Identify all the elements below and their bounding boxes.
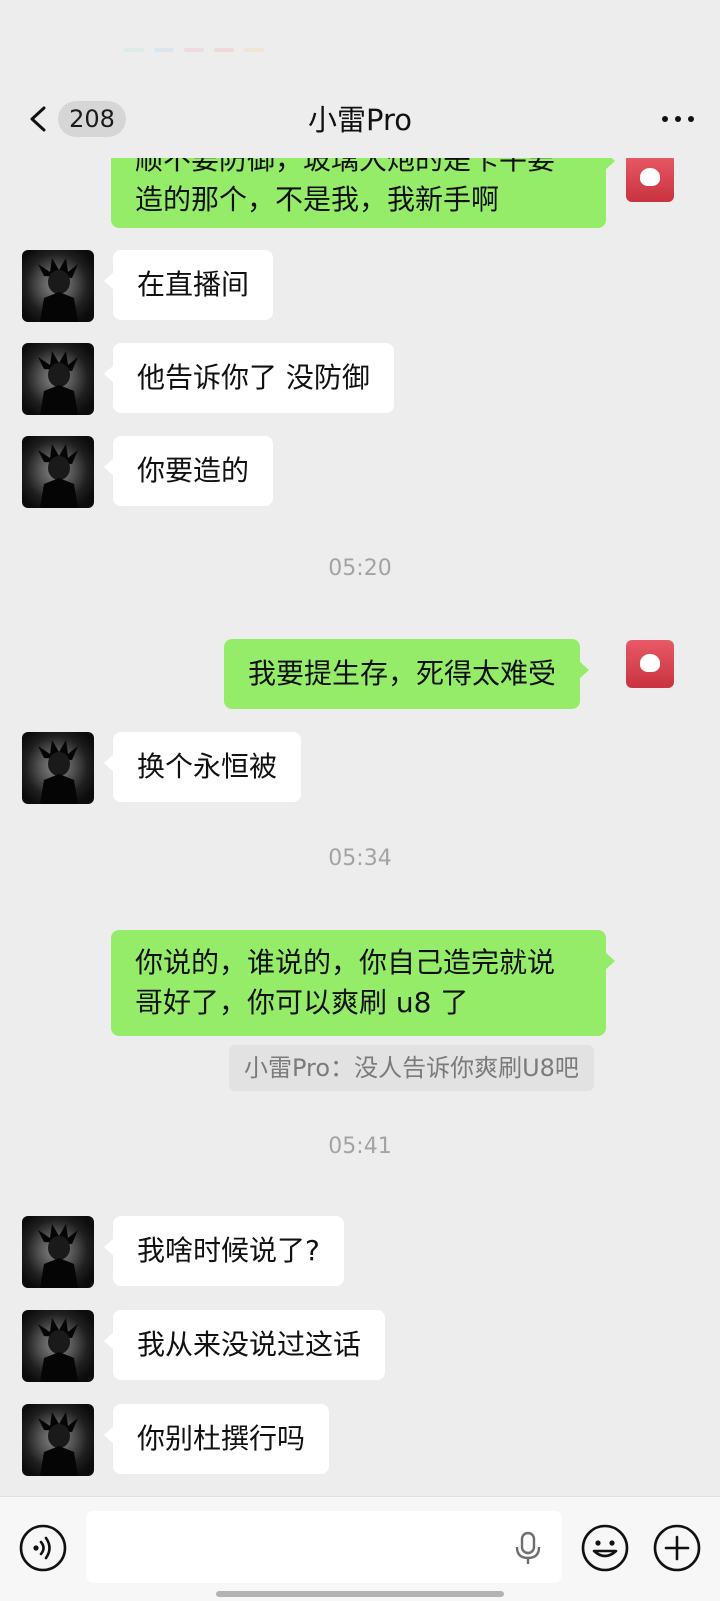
message-text: 你别杜撰行吗 <box>137 1422 306 1455</box>
avatar[interactable] <box>22 732 94 804</box>
avatar[interactable] <box>22 1404 94 1476</box>
timestamp: 05:34 <box>328 846 392 871</box>
message-bubble-incoming[interactable]: 你别杜撰行吗 <box>103 1404 330 1474</box>
message-text: 你要造的 <box>137 454 250 487</box>
message-bubble-incoming[interactable]: 我啥时候说了? <box>104 1216 344 1286</box>
message-text: 我啥时候说了? <box>137 1234 320 1267</box>
timestamp: 05:41 <box>328 1134 392 1159</box>
voice-icon <box>19 1524 67 1572</box>
message-text: 你说的，谁说的，你自己造完就说 <box>135 946 556 979</box>
chat-header: 208 小雷Pro <box>0 80 720 158</box>
message-text: 他告诉你了 没防御 <box>137 361 370 394</box>
message-text: 造的那个，不是我，我新手啊 <box>135 183 500 216</box>
status-bar <box>0 0 720 80</box>
message-bubble-outgoing[interactable]: 你说的，谁说的，你自己造完就说 哥好了，你可以爽刷 u8 了 <box>111 930 615 1036</box>
emoji-icon <box>581 1524 629 1572</box>
more-dots-icon <box>675 116 681 122</box>
microphone-icon[interactable] <box>514 1531 542 1565</box>
status-indicator <box>244 48 264 52</box>
message-bubble-incoming[interactable]: 他告诉你了 没防御 <box>104 343 394 413</box>
avatar[interactable] <box>22 436 94 508</box>
avatar-image <box>38 351 78 415</box>
emoji-button[interactable] <box>580 1523 630 1573</box>
avatar-image <box>38 1318 78 1382</box>
quoted-message[interactable]: 小雷Pro：没人告诉你爽刷U8吧 <box>229 1045 594 1091</box>
message-text: 我从来没说过这话 <box>137 1328 362 1361</box>
message-bubble-incoming[interactable]: 换个永恒被 <box>103 732 302 802</box>
status-indicator <box>154 48 174 52</box>
avatar-image <box>38 1412 78 1476</box>
avatar[interactable] <box>22 1216 94 1288</box>
message-text: 哥好了，你可以爽刷 u8 了 <box>135 986 469 1019</box>
message-list[interactable]: 顺不要防御，玻璃大炮的是卡牛要 造的那个，不是我，我新手啊 在直播间 他告诉你了… <box>0 158 720 1496</box>
message-bubble-outgoing[interactable]: 我要提生存，死得太难受 <box>224 639 590 709</box>
avatar-image <box>38 740 78 804</box>
avatar[interactable] <box>22 250 94 322</box>
status-indicator <box>184 48 204 52</box>
message-input[interactable] <box>86 1511 562 1583</box>
message-text: 我要提生存，死得太难受 <box>248 657 557 690</box>
status-indicator <box>214 48 234 52</box>
input-bar <box>0 1496 720 1601</box>
plus-icon <box>653 1524 701 1572</box>
avatar-image <box>38 258 78 322</box>
avatar[interactable] <box>22 1310 94 1382</box>
message-text: 顺不要防御，玻璃大炮的是卡牛要 <box>135 158 556 176</box>
avatar-image <box>38 444 78 508</box>
avatar-image <box>38 1224 78 1288</box>
message-bubble-incoming[interactable]: 我从来没说过这话 <box>103 1310 386 1380</box>
message-bubble-outgoing[interactable]: 顺不要防御，玻璃大炮的是卡牛要 造的那个，不是我，我新手啊 <box>111 158 615 228</box>
more-dots-icon <box>688 116 694 122</box>
avatar[interactable] <box>22 343 94 415</box>
message-bubble-incoming[interactable]: 你要造的 <box>103 436 274 506</box>
chat-title: 小雷Pro <box>307 103 412 137</box>
avatar[interactable] <box>626 640 674 688</box>
timestamp: 05:20 <box>328 556 392 581</box>
more-functions-button[interactable] <box>652 1523 702 1573</box>
voice-mode-button[interactable] <box>18 1523 68 1573</box>
avatar[interactable] <box>626 158 674 202</box>
status-indicator <box>124 48 144 52</box>
home-indicator[interactable] <box>216 1591 504 1597</box>
message-text: 在直播间 <box>137 268 250 301</box>
more-button[interactable] <box>658 104 698 134</box>
more-dots-icon <box>662 116 668 122</box>
message-text: 换个永恒被 <box>137 750 278 783</box>
message-bubble-incoming[interactable]: 在直播间 <box>103 250 274 320</box>
